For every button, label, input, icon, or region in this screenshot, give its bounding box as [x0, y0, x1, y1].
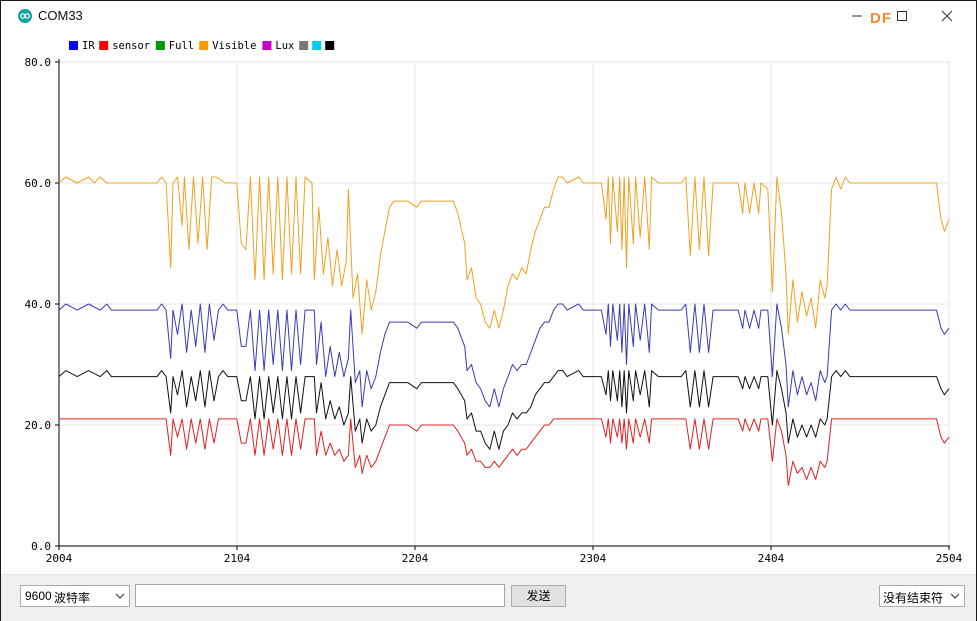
x-tick-label: 2004: [46, 552, 73, 565]
bottom-toolbar: 9600 波特率 发送 没有结束符: [1, 574, 976, 621]
line-ending-select[interactable]: 没有结束符: [879, 585, 965, 607]
y-tick-label: 80.0: [25, 56, 52, 69]
legend-swatch: [99, 41, 109, 50]
y-tick-label: 60.0: [25, 177, 52, 190]
send-button[interactable]: 发送: [511, 585, 566, 607]
y-tick-label: 40.0: [25, 298, 52, 311]
legend-swatch: [69, 41, 78, 50]
window-title: COM33: [38, 8, 83, 23]
baud-rate-select[interactable]: 9600 波特率: [20, 585, 130, 607]
legend-swatch: [299, 41, 309, 50]
close-icon: [941, 10, 953, 22]
legend-swatch: [325, 41, 335, 50]
chevron-down-icon: [115, 593, 125, 599]
chevron-down-icon: [950, 593, 960, 599]
x-tick-label: 2104: [224, 552, 251, 565]
baud-rate-value: 9600: [25, 589, 52, 603]
baud-rate-label: 波特率: [54, 591, 91, 605]
minimize-icon: [852, 15, 862, 17]
series-line: [58, 370, 950, 450]
close-button[interactable]: [934, 5, 960, 27]
title-bar: COM33 DF: [1, 1, 976, 31]
legend-swatch: [155, 41, 165, 50]
maximize-icon: [897, 11, 907, 21]
legend-swatch: [312, 41, 322, 50]
legend-label: Lux: [275, 40, 294, 52]
maximize-button[interactable]: [889, 5, 915, 27]
legend-label: Visible: [212, 40, 256, 52]
series-line: [58, 176, 950, 335]
x-tick-label: 2204: [402, 552, 429, 565]
series-line: [59, 418, 950, 486]
x-tick-label: 2504: [936, 552, 963, 565]
series-line: [58, 303, 950, 408]
x-tick-label: 2304: [580, 552, 607, 565]
legend-swatch: [262, 41, 272, 50]
minimize-button[interactable]: [844, 5, 870, 27]
serial-plotter-window: COM33 DF 80.0 60.0 40.0 20.0 0.0 2004 2104 2204…: [0, 0, 977, 621]
line-ending-label: 没有结束符: [883, 591, 944, 605]
legend-label: Full: [169, 40, 194, 52]
arduino-logo-icon: [18, 9, 32, 23]
y-tick-label: 20.0: [25, 419, 52, 432]
legend-swatch: [199, 41, 209, 50]
serial-plot-chart: 80.060.040.020.00.02004 2104 2204 2304 2404 2…: [25, 40, 963, 565]
plot-area: 80.0 60.0 40.0 20.0 0.0 2004 2104 2204 2304 2404 2…: [8, 32, 969, 574]
legend-label: sensor: [112, 40, 150, 52]
serial-send-input[interactable]: [135, 584, 505, 607]
legend-label: IR: [82, 40, 95, 52]
x-tick-label: 2404: [758, 552, 785, 565]
